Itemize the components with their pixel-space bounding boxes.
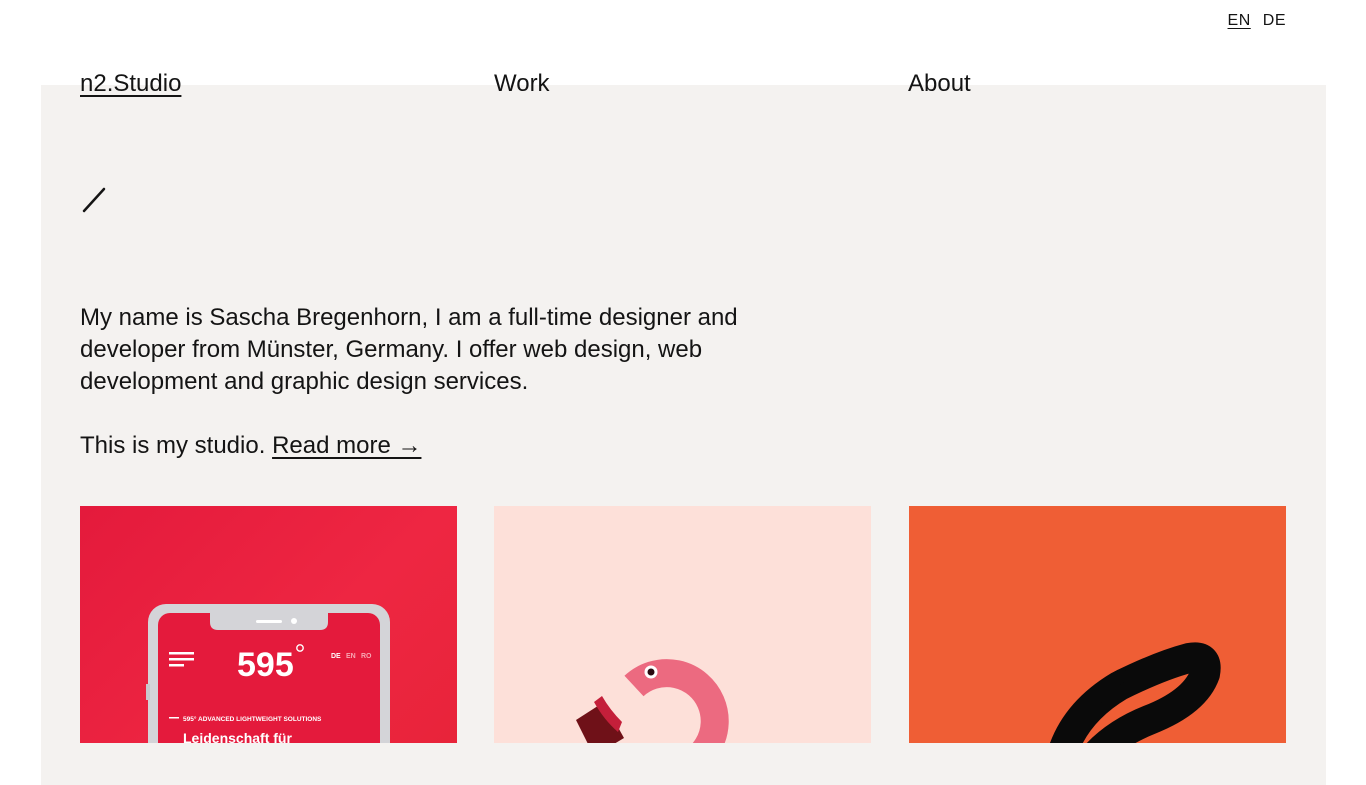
nav-about-link[interactable]: About [908,68,971,100]
mock-lang-ro: RO [361,653,372,660]
project-card-flamingo[interactable] [494,506,871,743]
phone-mockup-illustration: 595 DE EN RO 595° ADVANCED LIGHTWEIGHT S… [146,604,390,743]
nav-work-link[interactable]: Work [494,68,550,100]
logo-link[interactable]: n2.Studio [80,68,181,100]
flamingo-icon [576,659,729,743]
read-more-link[interactable]: Read more → [272,432,421,459]
mock-headline: Leidenschaft für [183,730,292,743]
studio-text: This is my studio. [80,432,266,459]
slash-icon [82,187,106,213]
brush-lettering-icon [1050,642,1221,743]
lang-de[interactable]: DE [1263,12,1286,30]
language-switch: EN DE [1228,12,1286,30]
mock-lang-de: DE [331,653,341,660]
mock-tagline: 595° ADVANCED LIGHTWEIGHT SOLUTIONS [183,715,322,723]
project-card-lettering[interactable] [909,506,1286,743]
intro-text: My name is Sascha Bregenhorn, I am a ful… [80,304,738,395]
lang-en[interactable]: EN [1228,12,1251,30]
project-card-595[interactable]: 595 DE EN RO 595° ADVANCED LIGHTWEIGHT S… [80,506,457,743]
studio-line: This is my studio. Read more → [80,430,421,462]
mock-brand: 595 [237,646,294,684]
mock-lang-en: EN [346,653,356,660]
